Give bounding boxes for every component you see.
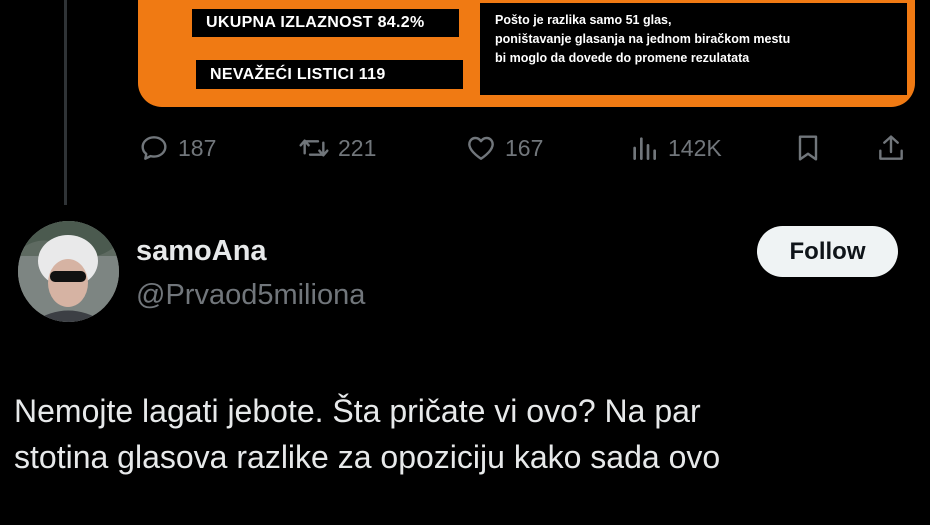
reply-count: 187	[178, 134, 217, 161]
share-button[interactable]	[875, 128, 907, 168]
avatar-photo	[18, 221, 119, 322]
share-icon	[879, 135, 903, 160]
follow-button[interactable]: Follow	[757, 226, 898, 277]
display-name[interactable]: samoAna	[136, 235, 267, 268]
user-handle[interactable]: @Prvaod5miliona	[136, 279, 365, 312]
note-line: Pošto je razlika samo 51 glas,	[495, 13, 672, 27]
repost-button[interactable]: 221	[298, 128, 376, 168]
like-button[interactable]: 167	[465, 128, 543, 168]
repost-icon	[299, 139, 329, 157]
bookmark-icon	[798, 135, 818, 161]
heart-icon	[468, 136, 494, 160]
invalid-ballots-stat: NEVAŽEĆI LISTICI 119	[196, 60, 463, 89]
note-line: poništavanje glasanja na jednom biračkom…	[495, 32, 791, 46]
thread-connector-line	[64, 0, 67, 205]
tweet-text-line: stotina glasova razlike za opoziciju kak…	[14, 439, 721, 475]
quoted-infographic-card[interactable]: UKUPNA IZLAZNOST 84.2% NEVAŽEĆI LISTICI …	[138, 0, 915, 107]
turnout-stat: UKUPNA IZLAZNOST 84.2%	[192, 9, 459, 37]
reply-icon	[141, 136, 167, 160]
tweet-text-line: Nemojte lagati jebote. Šta pričate vi ov…	[14, 393, 701, 429]
views-count: 142K	[668, 134, 722, 161]
repost-count: 221	[338, 134, 377, 161]
bookmark-button[interactable]	[792, 128, 824, 168]
views-chart-icon	[633, 137, 656, 160]
tweet-action-bar: 187 221 167 142K	[138, 128, 918, 168]
like-count: 167	[505, 134, 544, 161]
reply-button[interactable]: 187	[138, 128, 216, 168]
reply-tweet-text: Nemojte lagati jebote. Šta pričate vi ov…	[14, 388, 914, 480]
note-line: bi moglo da dovede do promene rezulatata	[495, 51, 750, 65]
views-button[interactable]: 142K	[628, 128, 722, 168]
difference-note: Pošto je razlika samo 51 glas, poništava…	[480, 3, 907, 95]
avatar[interactable]	[18, 221, 119, 322]
